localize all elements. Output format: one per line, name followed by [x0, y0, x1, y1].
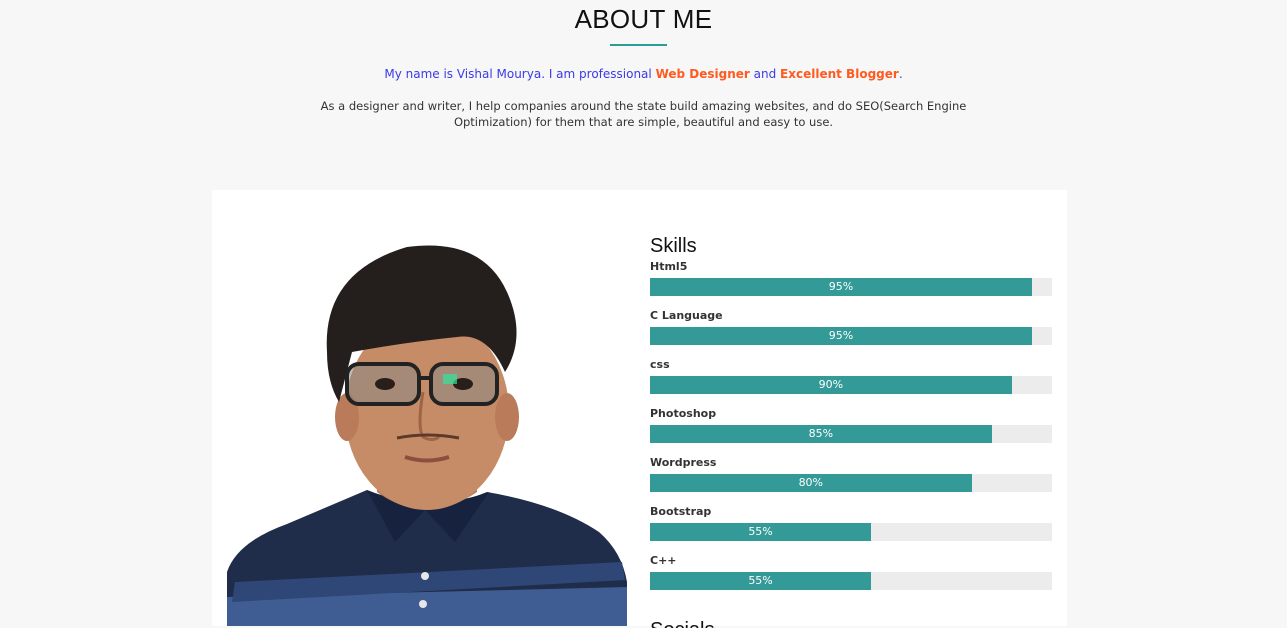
profile-photo-illustration	[227, 245, 627, 626]
intro-text: My name is Vishal Mourya. I am professio…	[0, 67, 1287, 81]
skill-progress-bar: 55%	[650, 523, 1052, 541]
skill-name: Html5	[650, 260, 688, 273]
skills-title: Skills	[650, 235, 697, 257]
skill-name: Bootstrap	[650, 505, 712, 518]
page-title: ABOUT ME	[574, 4, 713, 34]
skill-name: C Language	[650, 309, 723, 322]
skills-panel: Skills Html5 95% C Language 95% css 90% Photos…	[650, 232, 1052, 603]
skill-row: C Language 95%	[650, 309, 1052, 358]
title-underline	[610, 44, 667, 46]
profile-card: Skills Html5 95% C Language 95% css 90% Photos…	[212, 190, 1067, 628]
skill-name: Wordpress	[650, 456, 717, 469]
skill-row: Html5 95%	[650, 260, 1052, 309]
skill-row: Wordpress 80%	[650, 456, 1052, 505]
intro-prefix: My name is Vishal Mourya. I am professio…	[384, 67, 656, 81]
skill-percent-label: 80%	[798, 476, 824, 489]
skill-percent-label: 55%	[748, 574, 773, 587]
skill-percent-label: 90%	[818, 378, 844, 391]
skill-progress-bar: 55%	[650, 572, 1052, 590]
skill-row: Photoshop 85%	[650, 407, 1052, 456]
intro-highlight-blogger: Excellent Blogger	[780, 67, 899, 81]
skill-progress-bar: 95%	[650, 327, 1052, 345]
skill-percent-label: 95%	[828, 329, 854, 342]
skill-list: Html5 95% C Language 95% css 90% Photoshop 85% W…	[650, 260, 1052, 603]
intro-suffix: .	[898, 67, 903, 81]
intro-middle: and	[749, 67, 781, 81]
skill-name: css	[650, 358, 670, 371]
profile-photo	[227, 242, 627, 626]
socials-heading: Socials	[650, 616, 714, 628]
skill-progress-bar: 80%	[650, 474, 1052, 492]
skill-progress-bar: 95%	[650, 278, 1052, 296]
skill-percent-label: 95%	[828, 280, 854, 293]
about-description: As a designer and writer, I help compani…	[320, 99, 967, 129]
skill-name: C++	[650, 554, 677, 567]
skill-percent-label: 85%	[808, 427, 834, 440]
skill-progress-bar: 90%	[650, 376, 1052, 394]
skill-name: Photoshop	[650, 407, 717, 420]
skill-row: Bootstrap 55%	[650, 505, 1052, 554]
intro-highlight-web-designer: Web Designer	[655, 67, 750, 81]
skill-row: C++ 55%	[650, 554, 1052, 603]
skill-row: css 90%	[650, 358, 1052, 407]
skill-progress-bar: 85%	[650, 425, 1052, 443]
skill-percent-label: 55%	[748, 525, 773, 538]
